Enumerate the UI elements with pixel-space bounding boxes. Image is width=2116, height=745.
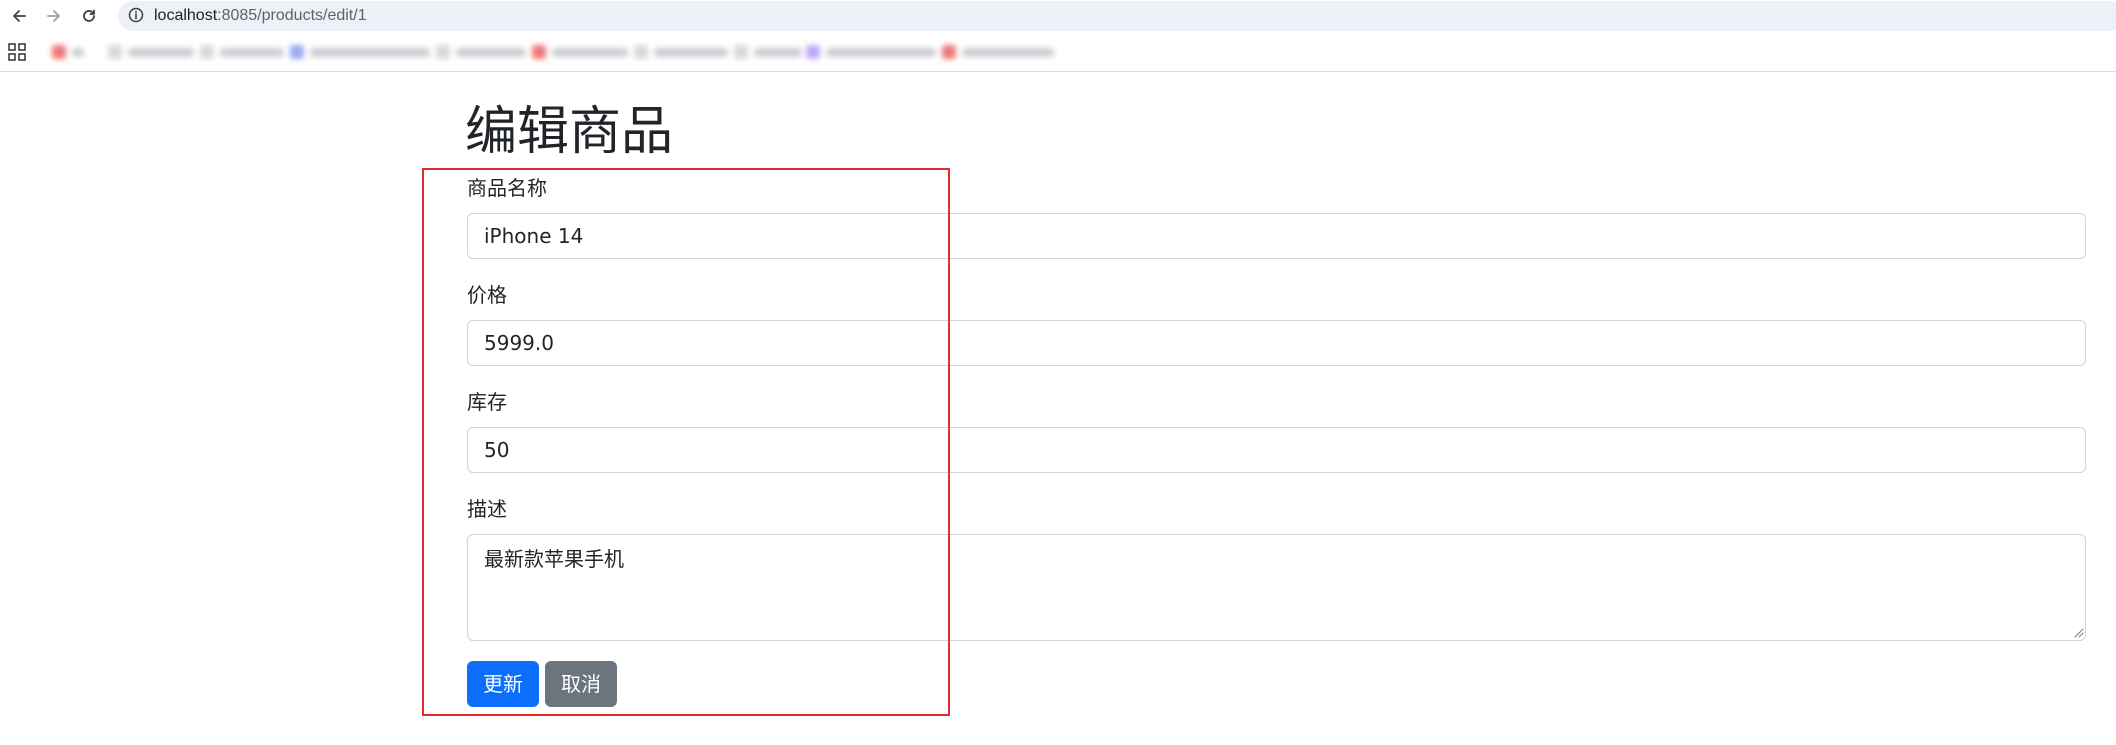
site-info-button[interactable]: [126, 5, 146, 25]
description-textarea[interactable]: 最新款苹果手机: [467, 534, 2086, 641]
bookmark-item[interactable]: [806, 43, 936, 61]
arrow-left-icon: [13, 10, 26, 22]
forward-button[interactable]: [41, 3, 67, 29]
apps-grid-icon[interactable]: [8, 43, 26, 61]
update-button[interactable]: 更新: [467, 661, 539, 707]
url-text[interactable]: localhost:8085/products/edit/1: [154, 6, 367, 26]
bookmark-item[interactable]: [532, 43, 628, 61]
stock-input[interactable]: [467, 427, 2086, 473]
reload-button[interactable]: [76, 3, 102, 29]
url-path: :8085/products/edit/1: [217, 7, 367, 24]
address-bar[interactable]: [118, 1, 2116, 31]
bookmarks-bar: [0, 31, 2116, 72]
resize-grip-icon[interactable]: [2072, 626, 2084, 638]
price-input[interactable]: [467, 320, 2086, 366]
info-icon: [128, 7, 144, 23]
url-host: localhost: [154, 7, 218, 24]
bookmark-item[interactable]: [200, 43, 284, 61]
price-label: 价格: [467, 283, 507, 307]
arrow-right-icon: [47, 10, 60, 22]
bookmark-item[interactable]: [108, 43, 194, 61]
back-button[interactable]: [6, 3, 32, 29]
stock-label: 库存: [467, 390, 507, 414]
name-input[interactable]: [467, 213, 2086, 259]
cancel-button[interactable]: 取消: [545, 661, 617, 707]
name-label: 商品名称: [467, 176, 547, 200]
browser-toolbar: localhost:8085/products/edit/1: [0, 0, 2116, 31]
bookmark-item[interactable]: [436, 43, 526, 61]
page-title: 编辑商品: [465, 102, 674, 162]
bookmark-item[interactable]: [634, 43, 728, 61]
bookmark-item[interactable]: [290, 43, 430, 61]
bookmark-item[interactable]: [52, 43, 84, 61]
bookmark-item[interactable]: [942, 43, 1054, 61]
bookmark-item[interactable]: [734, 43, 802, 61]
reload-icon: [83, 9, 95, 22]
description-label: 描述: [467, 497, 507, 521]
